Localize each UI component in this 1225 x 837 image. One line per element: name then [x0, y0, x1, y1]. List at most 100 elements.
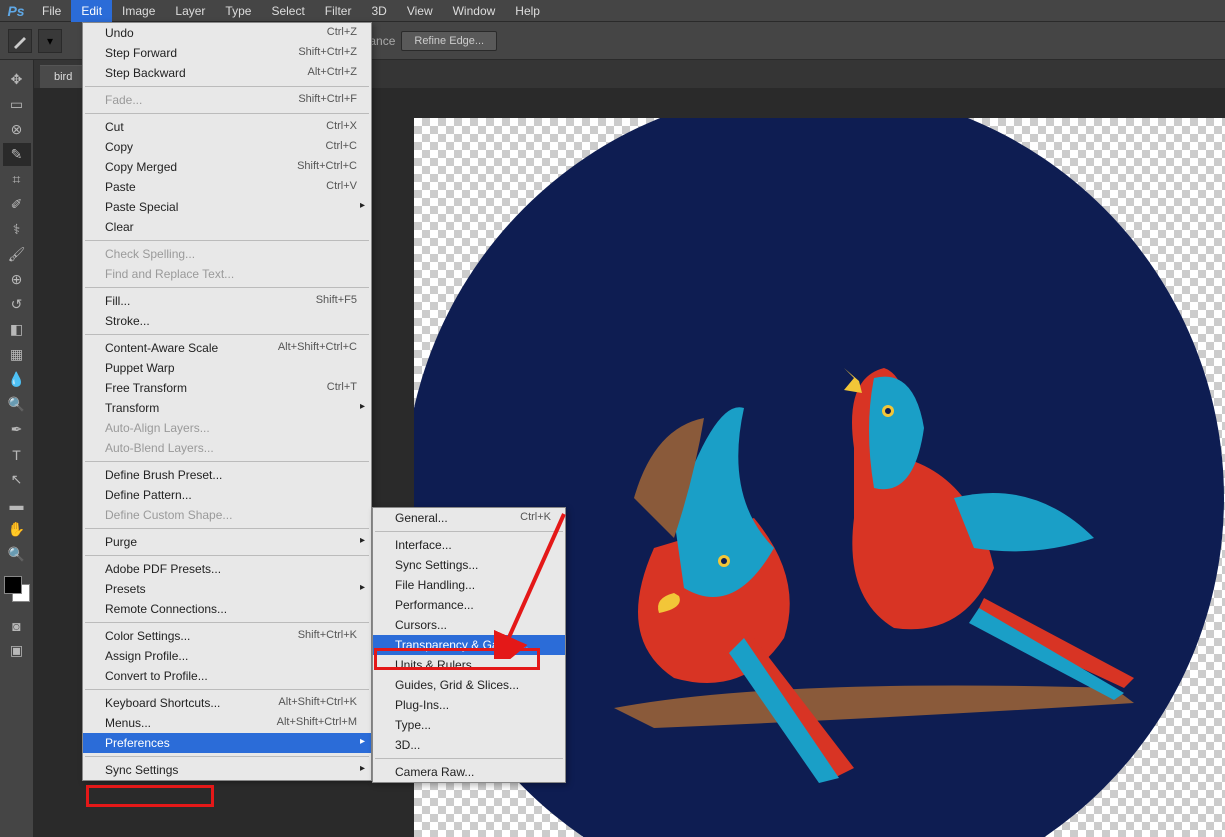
blur-tool-icon[interactable]: 💧: [3, 368, 31, 391]
edit-menu-item-paste-special[interactable]: Paste Special: [83, 197, 371, 217]
brush-tool-icon[interactable]: 🖌: [3, 243, 31, 266]
type-tool-icon[interactable]: T: [3, 443, 31, 466]
edit-menu-item-presets[interactable]: Presets: [83, 579, 371, 599]
healing-tool-icon[interactable]: ⚕: [3, 218, 31, 241]
rectangle-tool-icon[interactable]: ▬: [3, 493, 31, 516]
menu-image[interactable]: Image: [112, 0, 165, 22]
preferences-item-performance[interactable]: Performance...: [373, 595, 565, 615]
edit-menu-item-define-pattern[interactable]: Define Pattern...: [83, 485, 371, 505]
edit-menu-item-undo[interactable]: UndoCtrl+Z: [83, 23, 371, 43]
menu-filter[interactable]: Filter: [315, 0, 362, 22]
edit-menu-separator: [85, 334, 369, 335]
edit-menu-item-copy-merged[interactable]: Copy MergedShift+Ctrl+C: [83, 157, 371, 177]
menu-item-shortcut: Ctrl+X: [326, 120, 357, 134]
menu-item-label: Content-Aware Scale: [105, 341, 218, 355]
lasso-tool-icon[interactable]: ⊗: [3, 118, 31, 141]
preferences-item-file-handling[interactable]: File Handling...: [373, 575, 565, 595]
edit-menu-item-puppet-warp[interactable]: Puppet Warp: [83, 358, 371, 378]
eyedropper-tool-icon[interactable]: ✐: [3, 193, 31, 216]
preferences-item-type[interactable]: Type...: [373, 715, 565, 735]
menu-item-shortcut: Ctrl+V: [326, 180, 357, 194]
preferences-item-plug-ins[interactable]: Plug-Ins...: [373, 695, 565, 715]
edit-menu-item-step-backward[interactable]: Step BackwardAlt+Ctrl+Z: [83, 63, 371, 83]
edit-menu-item-content-aware-scale[interactable]: Content-Aware ScaleAlt+Shift+Ctrl+C: [83, 338, 371, 358]
preferences-item-guides-grid-slices[interactable]: Guides, Grid & Slices...: [373, 675, 565, 695]
menu-type[interactable]: Type: [215, 0, 261, 22]
edit-menu-item-keyboard-shortcuts[interactable]: Keyboard Shortcuts...Alt+Shift+Ctrl+K: [83, 693, 371, 713]
menu-item-label: Color Settings...: [105, 629, 190, 643]
document-tab[interactable]: bird: [40, 65, 86, 88]
path-selection-tool-icon[interactable]: ↖: [3, 468, 31, 491]
pen-tool-icon[interactable]: ✒: [3, 418, 31, 441]
menu-item-label: Adobe PDF Presets...: [105, 562, 221, 576]
preferences-item-units-rulers[interactable]: Units & Rulers...: [373, 655, 565, 675]
marquee-tool-icon[interactable]: ▭: [3, 93, 31, 116]
edit-menu-item-menus[interactable]: Menus...Alt+Shift+Ctrl+M: [83, 713, 371, 733]
foreground-color-swatch[interactable]: [4, 576, 22, 594]
menu-item-label: Transparency & Gamut...: [395, 638, 529, 652]
quick-selection-tool-icon[interactable]: ✎: [3, 143, 31, 166]
edit-menu-item-free-transform[interactable]: Free TransformCtrl+T: [83, 378, 371, 398]
edit-menu-item-step-forward[interactable]: Step ForwardShift+Ctrl+Z: [83, 43, 371, 63]
edit-menu-item-define-custom-shape: Define Custom Shape...: [83, 505, 371, 525]
edit-menu-item-fill[interactable]: Fill...Shift+F5: [83, 291, 371, 311]
gradient-tool-icon[interactable]: ▦: [3, 343, 31, 366]
preferences-item-sync-settings[interactable]: Sync Settings...: [373, 555, 565, 575]
preferences-item-cursors[interactable]: Cursors...: [373, 615, 565, 635]
menu-item-label: 3D...: [395, 738, 420, 752]
menu-item-label: Sync Settings: [105, 763, 178, 777]
edit-menu-item-color-settings[interactable]: Color Settings...Shift+Ctrl+K: [83, 626, 371, 646]
menu-item-label: Convert to Profile...: [105, 669, 208, 683]
preferences-item-interface[interactable]: Interface...: [373, 535, 565, 555]
move-tool-icon[interactable]: ✥: [3, 68, 31, 91]
edit-menu-item-assign-profile[interactable]: Assign Profile...: [83, 646, 371, 666]
edit-menu-separator: [85, 86, 369, 87]
edit-menu-item-purge[interactable]: Purge: [83, 532, 371, 552]
menu-item-label: Define Brush Preset...: [105, 468, 222, 482]
edit-menu-item-stroke[interactable]: Stroke...: [83, 311, 371, 331]
menu-select[interactable]: Select: [261, 0, 314, 22]
screen-mode-icon[interactable]: ▣: [3, 639, 31, 662]
crop-tool-icon[interactable]: ⌗: [3, 168, 31, 191]
eraser-tool-icon[interactable]: ◧: [3, 318, 31, 341]
menu-item-label: Copy Merged: [105, 160, 177, 174]
edit-menu-item-sync-settings[interactable]: Sync Settings: [83, 760, 371, 780]
preferences-item-3d[interactable]: 3D...: [373, 735, 565, 755]
edit-menu-item-copy[interactable]: CopyCtrl+C: [83, 137, 371, 157]
menu-item-label: Preferences: [105, 736, 170, 750]
menu-item-label: Remote Connections...: [105, 602, 227, 616]
history-brush-tool-icon[interactable]: ↺: [3, 293, 31, 316]
edit-menu-item-adobe-pdf-presets[interactable]: Adobe PDF Presets...: [83, 559, 371, 579]
edit-menu-item-transform[interactable]: Transform: [83, 398, 371, 418]
preferences-item-transparency-gamut[interactable]: Transparency & Gamut...: [373, 635, 565, 655]
color-swatches[interactable]: [4, 576, 30, 602]
preferences-item-general[interactable]: General...Ctrl+K: [373, 508, 565, 528]
hand-tool-icon[interactable]: ✋: [3, 518, 31, 541]
menu-item-label: Plug-Ins...: [395, 698, 449, 712]
menu-item-shortcut: Shift+F5: [316, 294, 357, 308]
refine-edge-button[interactable]: Refine Edge...: [401, 31, 497, 51]
menu-view[interactable]: View: [397, 0, 443, 22]
edit-menu-item-define-brush-preset[interactable]: Define Brush Preset...: [83, 465, 371, 485]
preferences-item-camera-raw[interactable]: Camera Raw...: [373, 762, 565, 782]
stamp-tool-icon[interactable]: ⊕: [3, 268, 31, 291]
menu-file[interactable]: File: [32, 0, 71, 22]
menu-3d[interactable]: 3D: [361, 0, 396, 22]
quick-mask-icon[interactable]: ◙: [3, 614, 31, 637]
dodge-tool-icon[interactable]: 🔍: [3, 393, 31, 416]
menu-help[interactable]: Help: [505, 0, 550, 22]
edit-menu-item-preferences[interactable]: Preferences: [83, 733, 371, 753]
edit-menu-item-cut[interactable]: CutCtrl+X: [83, 117, 371, 137]
menu-window[interactable]: Window: [443, 0, 506, 22]
menu-item-label: Puppet Warp: [105, 361, 175, 375]
edit-menu-item-clear[interactable]: Clear: [83, 217, 371, 237]
menu-item-label: Purge: [105, 535, 137, 549]
zoom-tool-icon[interactable]: 🔍: [3, 543, 31, 566]
menu-layer[interactable]: Layer: [165, 0, 215, 22]
selection-options-icon[interactable]: ▾: [38, 29, 62, 53]
edit-menu-item-remote-connections[interactable]: Remote Connections...: [83, 599, 371, 619]
menu-edit[interactable]: Edit: [71, 0, 112, 22]
edit-menu-item-convert-to-profile[interactable]: Convert to Profile...: [83, 666, 371, 686]
tool-preset-icon[interactable]: [8, 29, 32, 53]
edit-menu-item-paste[interactable]: PasteCtrl+V: [83, 177, 371, 197]
